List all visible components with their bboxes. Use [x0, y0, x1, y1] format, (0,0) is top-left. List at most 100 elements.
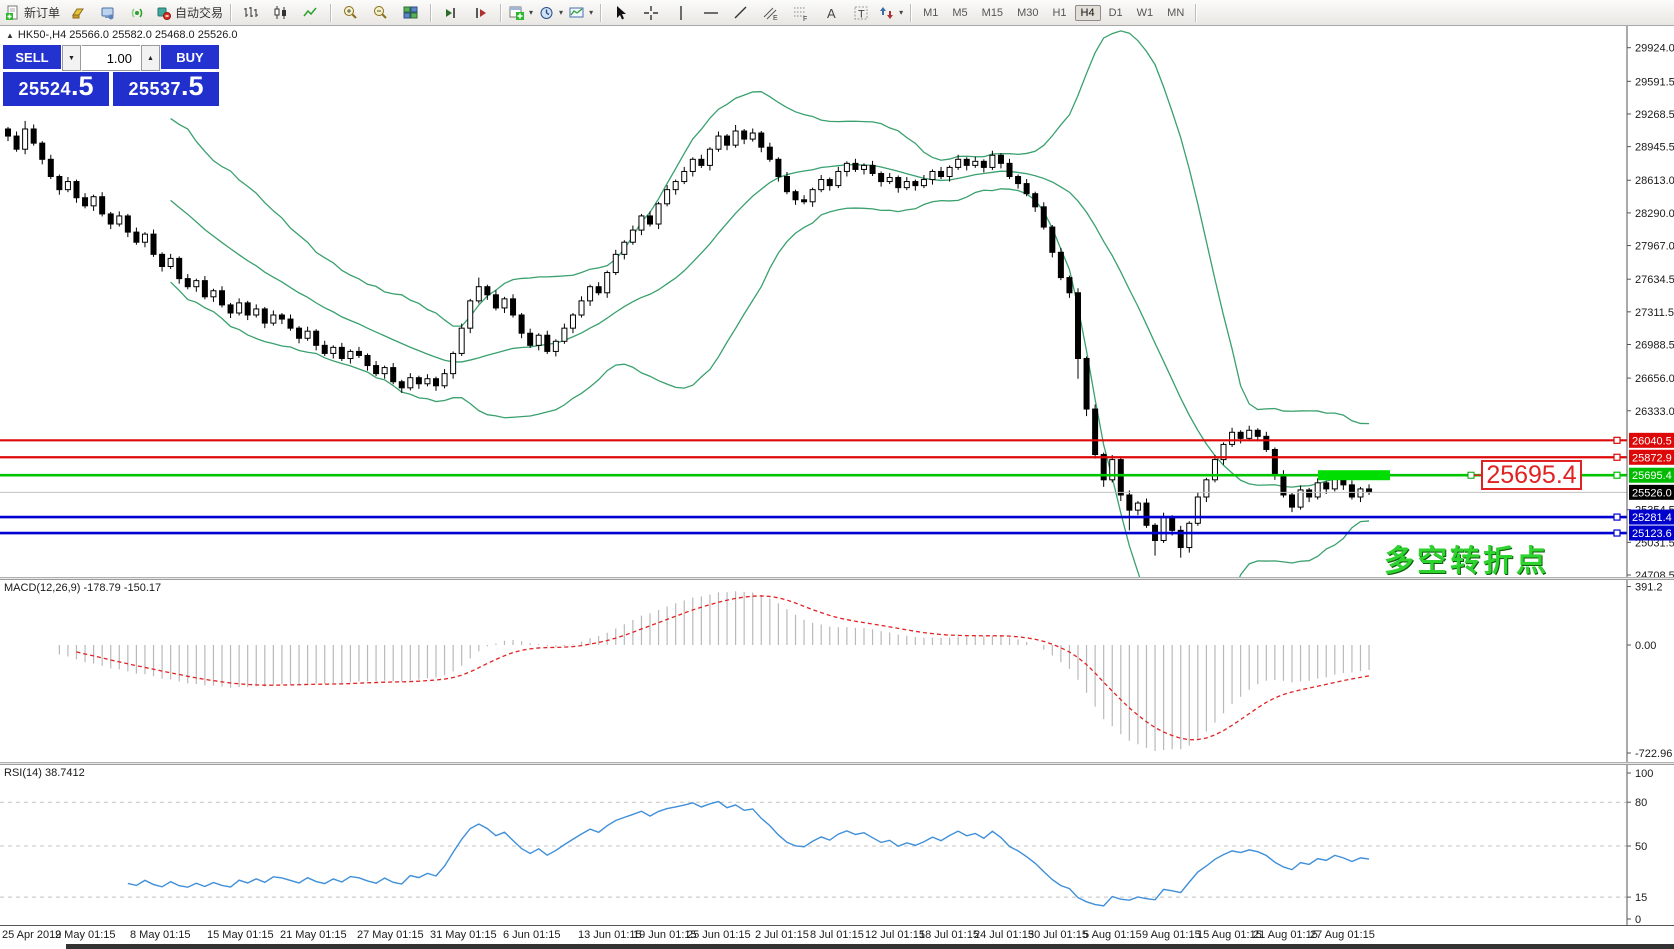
- line-handle: [1468, 472, 1474, 478]
- vline-icon: [673, 5, 689, 21]
- timeframe-button-m15[interactable]: M15: [976, 5, 1009, 21]
- dropdown-caret-icon[interactable]: ▾: [559, 8, 563, 17]
- text-t-icon: T: [853, 5, 869, 21]
- bars-icon: [243, 5, 259, 21]
- signals-button[interactable]: [123, 2, 153, 24]
- time-axis-label: 8 May 01:15: [130, 929, 191, 941]
- cursor-button[interactable]: [606, 2, 636, 24]
- new-chart-button[interactable]: ▾: [506, 2, 536, 24]
- timeframe-button-w1[interactable]: W1: [1131, 5, 1160, 21]
- macd-pane[interactable]: 391.20.00-722.96: [0, 580, 1674, 763]
- svg-text:T: T: [858, 8, 865, 20]
- text-label-button[interactable]: T: [846, 2, 876, 24]
- collapse-panel-icon[interactable]: ▲: [6, 31, 14, 40]
- periods-button[interactable]: ▾: [536, 2, 566, 24]
- fibonacci-button[interactable]: F: [786, 2, 816, 24]
- chart-header: ▲HK50-,H4 25566.0 25582.0 25468.0 25526.…: [6, 29, 238, 41]
- macd-signal-line: [76, 596, 1369, 740]
- time-axis-label: 30 Jul 01:15: [1028, 929, 1088, 941]
- rsi-label: RSI(14) 38.7412: [4, 767, 85, 779]
- zoom-in-button[interactable]: [336, 2, 366, 24]
- timeframe-button-m1[interactable]: M1: [917, 5, 944, 21]
- toolbar-separator: [430, 4, 432, 22]
- svg-text:27967.0: 27967.0: [1635, 241, 1674, 253]
- volume-decrease-button[interactable]: ▼: [62, 45, 81, 71]
- new-order-button[interactable]: 新订单: [2, 2, 63, 24]
- price-chart-pane[interactable]: 29924.029591.529268.528945.528613.028290…: [0, 26, 1674, 577]
- signal-icon: [130, 5, 146, 21]
- vertical-line-button[interactable]: [666, 2, 696, 24]
- dropdown-caret-icon[interactable]: ▾: [529, 8, 533, 17]
- time-axis-label: 5 Aug 01:15: [1083, 929, 1142, 941]
- time-axis-label: 8 Jul 01:15: [810, 929, 864, 941]
- crosshair-button[interactable]: [636, 2, 666, 24]
- toolbar-separator: [500, 4, 502, 22]
- terminal-icon: [100, 5, 116, 21]
- timeframe-button-h4[interactable]: H4: [1075, 5, 1101, 21]
- templates-button[interactable]: ▾: [566, 2, 596, 24]
- dropdown-caret-icon[interactable]: ▾: [899, 8, 903, 17]
- svg-text:25872.9: 25872.9: [1632, 452, 1672, 464]
- equidistant-channel-button[interactable]: E: [756, 2, 786, 24]
- text-button[interactable]: A: [816, 2, 846, 24]
- svg-text:26333.0: 26333.0: [1635, 406, 1674, 418]
- time-axis-label: 18 Jul 01:15: [919, 929, 979, 941]
- trendline-button[interactable]: [726, 2, 756, 24]
- sell-button[interactable]: SELL: [3, 45, 61, 71]
- shift-chart-end-button[interactable]: [436, 2, 466, 24]
- svg-text:24708.5: 24708.5: [1635, 570, 1674, 577]
- timeframe-button-m5[interactable]: M5: [946, 5, 973, 21]
- timeframe-button-h1[interactable]: H1: [1046, 5, 1072, 21]
- time-axis-label: 6 Jun 01:15: [503, 929, 561, 941]
- svg-text:29268.5: 29268.5: [1635, 109, 1674, 121]
- svg-text:25526.0: 25526.0: [1632, 487, 1672, 499]
- svg-text:29924.0: 29924.0: [1635, 43, 1674, 55]
- chart-profile-button[interactable]: [63, 2, 93, 24]
- candlestick-chart-button[interactable]: [266, 2, 296, 24]
- macd-axis: 391.20.00-722.96: [1627, 580, 1672, 763]
- buy-button[interactable]: BUY: [161, 45, 219, 71]
- macd-label: MACD(12,26,9) -178.79 -150.17: [4, 582, 161, 594]
- svg-text:391.2: 391.2: [1635, 582, 1663, 594]
- bar-chart-button[interactable]: [236, 2, 266, 24]
- dropdown-caret-icon[interactable]: ▾: [589, 8, 593, 17]
- autotrade-icon: [156, 5, 172, 21]
- timeframe-button-d1[interactable]: D1: [1103, 5, 1129, 21]
- shift-end-icon: [443, 5, 459, 21]
- time-axis-label: 31 May 01:15: [430, 929, 497, 941]
- svg-text:25281.4: 25281.4: [1632, 512, 1672, 524]
- auto-scroll-button[interactable]: [466, 2, 496, 24]
- candles-icon: [273, 5, 289, 21]
- arrows-button[interactable]: ▾: [876, 2, 906, 24]
- autotrade-button[interactable]: 自动交易: [153, 2, 226, 24]
- time-axis-label: 15 May 01:15: [207, 929, 274, 941]
- rsi-pane[interactable]: 1008050150: [0, 765, 1674, 925]
- line-icon: [303, 5, 319, 21]
- sell-price-frac: .5: [71, 76, 94, 96]
- toolbar-separator: [600, 4, 602, 22]
- volume-input[interactable]: 1.00: [82, 45, 140, 71]
- svg-text:25695.4: 25695.4: [1632, 470, 1672, 482]
- trendline-icon: [733, 5, 749, 21]
- market-watch-button[interactable]: [93, 2, 123, 24]
- doc-plus-icon: [5, 5, 21, 21]
- svg-text:27311.5: 27311.5: [1635, 307, 1674, 319]
- svg-text:28945.5: 28945.5: [1635, 142, 1674, 154]
- tile-windows-button[interactable]: [396, 2, 426, 24]
- horizontal-scrollbar[interactable]: [66, 944, 1674, 949]
- timeframe-button-mn[interactable]: MN: [1161, 5, 1190, 21]
- svg-text:29591.5: 29591.5: [1635, 76, 1674, 88]
- buy-price-box[interactable]: 25537 .5: [113, 72, 219, 106]
- timeframe-button-m30[interactable]: M30: [1011, 5, 1044, 21]
- clock-icon: [539, 5, 555, 21]
- bollinger-bands: [171, 31, 1369, 577]
- price-alert-label[interactable]: 25695.4: [1481, 460, 1582, 490]
- zoom-out-button[interactable]: [366, 2, 396, 24]
- turning-point-annotation[interactable]: 多空转折点: [1384, 536, 1549, 580]
- volume-increase-button[interactable]: ▲: [141, 45, 160, 71]
- horizontal-level-lines: [0, 437, 1627, 536]
- sell-price-box[interactable]: 25524 .5: [3, 72, 109, 106]
- horizontal-line-button[interactable]: [696, 2, 726, 24]
- line-chart-button[interactable]: [296, 2, 326, 24]
- toolbar-separator: [910, 4, 912, 22]
